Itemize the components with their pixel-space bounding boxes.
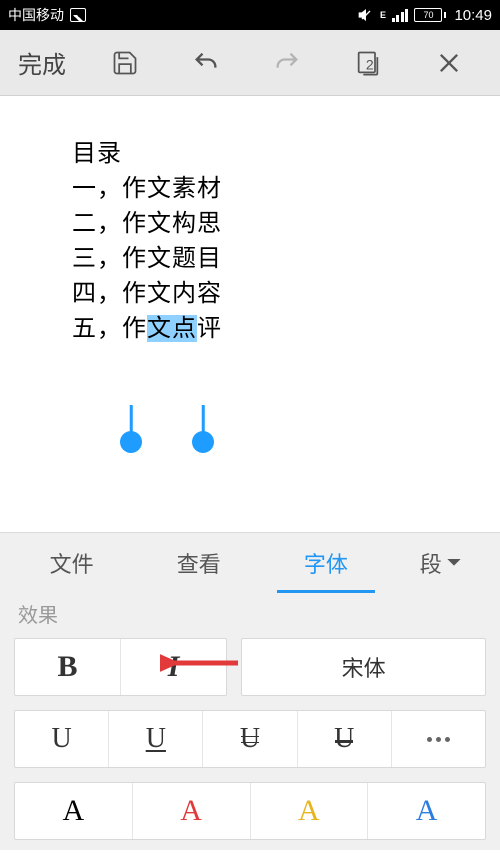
doc-title: 目录 xyxy=(72,136,500,171)
doc-line-with-selection: 五，作文点评 xyxy=(72,311,500,346)
bold-button[interactable]: B xyxy=(15,639,121,695)
network-type: E xyxy=(380,11,386,20)
done-button[interactable]: 完成 xyxy=(10,37,74,88)
underline-more-button[interactable] xyxy=(392,711,485,767)
status-bar: 中国移动 E 70 10:49 xyxy=(0,0,500,30)
color-yellow-button[interactable]: A xyxy=(251,783,369,839)
format-panel: 文件 查看 字体 段 效果 B I 宋体 U U U U A xyxy=(0,532,500,850)
color-black-button[interactable]: A xyxy=(15,783,133,839)
underline-thick-button[interactable]: U xyxy=(298,711,392,767)
selection-handle-start[interactable] xyxy=(120,431,142,453)
underline-none-button[interactable]: U xyxy=(15,711,109,767)
doc-line: 一，作文素材 xyxy=(72,171,500,206)
color-blue-button[interactable]: A xyxy=(368,783,485,839)
save-button[interactable] xyxy=(110,48,140,78)
underline-single-button[interactable]: U xyxy=(109,711,203,767)
tab-view[interactable]: 查看 xyxy=(137,533,260,593)
panel-tabs: 文件 查看 字体 段 xyxy=(0,533,500,593)
doc-line: 四，作文内容 xyxy=(72,276,500,311)
dots-icon xyxy=(427,737,450,742)
clock: 10:49 xyxy=(454,7,492,24)
editor-toolbar: 完成 2 xyxy=(0,30,500,96)
mute-icon xyxy=(358,7,374,23)
document-area[interactable]: 目录 一，作文素材 二，作文构思 三，作文题目 四，作文内容 五，作文点评 xyxy=(0,96,500,532)
effect-label: 效果 xyxy=(0,593,500,638)
signal-icon xyxy=(392,9,409,22)
text-selection: 文点 xyxy=(147,315,197,342)
chevron-down-icon xyxy=(446,557,462,569)
font-color-buttons: A A A A xyxy=(14,782,486,840)
italic-button[interactable]: I xyxy=(121,639,226,695)
underline-buttons: U U U U xyxy=(14,710,486,768)
font-family-button[interactable]: 宋体 xyxy=(241,638,486,696)
screenshot-indicator-icon xyxy=(70,8,86,22)
color-red-button[interactable]: A xyxy=(133,783,251,839)
tab-file[interactable]: 文件 xyxy=(10,533,133,593)
undo-button[interactable] xyxy=(191,48,221,78)
redo-button[interactable] xyxy=(272,48,302,78)
doc-line: 二，作文构思 xyxy=(72,206,500,241)
selection-handle-end[interactable] xyxy=(192,431,214,453)
pages-button[interactable]: 2 xyxy=(353,48,383,78)
battery-icon: 70 xyxy=(414,8,446,22)
carrier-label: 中国移动 xyxy=(8,5,64,25)
underline-double-button[interactable]: U xyxy=(203,711,297,767)
close-button[interactable] xyxy=(434,48,464,78)
tab-font[interactable]: 字体 xyxy=(264,533,387,593)
page-count: 2 xyxy=(366,56,374,72)
doc-line: 三，作文题目 xyxy=(72,241,500,276)
style-buttons: B I xyxy=(14,638,227,696)
tab-paragraph[interactable]: 段 xyxy=(391,533,490,593)
